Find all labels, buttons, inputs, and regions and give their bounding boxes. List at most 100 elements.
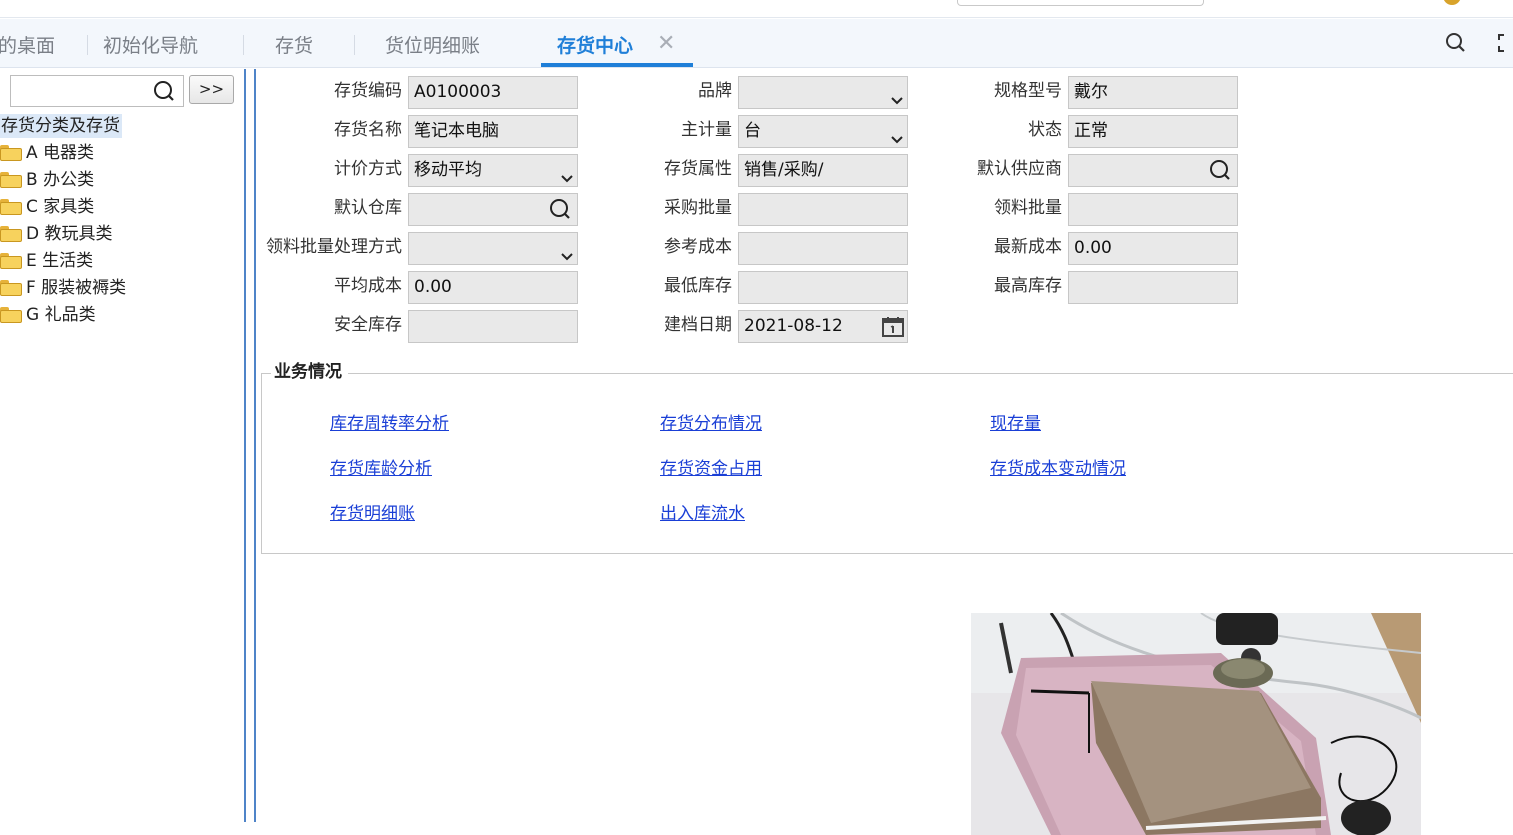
- max-stock-field[interactable]: [1068, 271, 1238, 304]
- latest-cost-value: 0.00: [1074, 238, 1112, 258]
- close-icon[interactable]: ✕: [657, 33, 675, 55]
- warehouse-label: 默认仓库: [334, 198, 402, 218]
- warehouse-lookup[interactable]: [408, 193, 578, 226]
- chevron-down-icon: [891, 87, 903, 105]
- spec-value: 戴尔: [1074, 82, 1108, 102]
- link-detail-ledger[interactable]: 存货明细账: [330, 503, 415, 525]
- tab-separator: [243, 35, 244, 55]
- status-value: 正常: [1074, 121, 1108, 141]
- tree-item-label: B 办公类: [26, 170, 95, 190]
- search-icon[interactable]: [549, 198, 573, 225]
- tree-item-b[interactable]: B 办公类: [0, 167, 94, 193]
- folder-icon: [0, 280, 22, 296]
- expand-button[interactable]: >>: [189, 75, 234, 104]
- tree-item-e[interactable]: E 生活类: [0, 248, 93, 274]
- latest-cost-field[interactable]: 0.00: [1068, 232, 1238, 265]
- tree-item-c[interactable]: C 家具类: [0, 194, 94, 220]
- top-strip: [0, 0, 1513, 18]
- pricing-label: 计价方式: [334, 159, 402, 179]
- purchase-batch-field[interactable]: [738, 193, 908, 226]
- link-cost-change[interactable]: 存货成本变动情况: [990, 458, 1126, 480]
- status-field[interactable]: 正常: [1068, 115, 1238, 148]
- name-value: 笔记本电脑: [414, 121, 499, 141]
- chevron-down-icon: [561, 243, 573, 261]
- avg-cost-label: 平均成本: [334, 276, 402, 296]
- link-capital-occupied[interactable]: 存货资金占用: [660, 458, 762, 480]
- folder-icon: [0, 253, 22, 269]
- code-label: 存货编码: [334, 81, 402, 101]
- tab-inventory[interactable]: 存货: [275, 31, 313, 58]
- user-badge-icon[interactable]: [1443, 0, 1461, 5]
- link-in-out-flow[interactable]: 出入库流水: [660, 503, 745, 525]
- folder-icon: [0, 226, 22, 242]
- product-photo: [971, 613, 1421, 835]
- folder-icon: [0, 145, 22, 161]
- tab-bar: 的桌面 初始化导航 存货 货位明细账 存货中心 ✕: [0, 19, 1513, 68]
- purchase-batch-label: 采购批量: [664, 198, 732, 218]
- pick-method-select[interactable]: [408, 232, 578, 265]
- spec-label: 规格型号: [994, 81, 1062, 101]
- calendar-icon[interactable]: [881, 316, 905, 342]
- tree-item-g[interactable]: G 礼品类: [0, 302, 96, 328]
- pricing-value: 移动平均: [414, 160, 482, 180]
- tab-separator: [354, 35, 355, 55]
- tree-item-label: A 电器类: [26, 143, 95, 163]
- attr-field[interactable]: 销售/采购/: [738, 154, 908, 187]
- search-icon[interactable]: [1444, 31, 1468, 59]
- tree-item-label: C 家具类: [26, 197, 95, 217]
- tab-init-nav[interactable]: 初始化导航: [103, 31, 198, 58]
- avg-cost-value: 0.00: [414, 277, 452, 297]
- business-group: [261, 373, 1513, 554]
- tree-search-input[interactable]: [10, 75, 184, 107]
- business-group-title: 业务情况: [271, 361, 348, 383]
- pricing-select[interactable]: 移动平均: [408, 154, 578, 187]
- link-turnover-analysis[interactable]: 库存周转率分析: [330, 413, 449, 435]
- folder-icon: [0, 199, 22, 215]
- spec-field[interactable]: 戴尔: [1068, 76, 1238, 109]
- global-search-box[interactable]: [957, 0, 1204, 6]
- created-date-label: 建档日期: [664, 315, 732, 335]
- link-distribution[interactable]: 存货分布情况: [660, 413, 762, 435]
- code-field[interactable]: A0100003: [408, 76, 578, 109]
- search-icon[interactable]: [1209, 159, 1233, 186]
- supplier-lookup[interactable]: [1068, 154, 1238, 187]
- unit-value: 台: [744, 121, 761, 141]
- created-date-value: 2021-08-12: [744, 316, 843, 336]
- attr-label: 存货属性: [664, 159, 732, 179]
- tree-root[interactable]: 存货分类及存货: [0, 114, 122, 138]
- brand-select[interactable]: [738, 76, 908, 109]
- tree-item-a[interactable]: A 电器类: [0, 140, 94, 166]
- name-field[interactable]: 笔记本电脑: [408, 115, 578, 148]
- tree-item-f[interactable]: F 服装被褥类: [0, 275, 126, 301]
- name-label: 存货名称: [334, 120, 402, 140]
- created-date-field[interactable]: 2021-08-12: [738, 310, 908, 343]
- fullscreen-icon[interactable]: [1497, 31, 1513, 59]
- search-icon[interactable]: [153, 80, 177, 108]
- pick-batch-field[interactable]: [1068, 193, 1238, 226]
- pick-batch-label: 领料批量: [994, 198, 1062, 218]
- avg-cost-field[interactable]: 0.00: [408, 271, 578, 304]
- max-stock-label: 最高库存: [994, 276, 1062, 296]
- min-stock-field[interactable]: [738, 271, 908, 304]
- panel-splitter[interactable]: [244, 69, 256, 822]
- active-tab-indicator: [541, 63, 693, 67]
- tab-desktop[interactable]: 的桌面: [0, 31, 55, 58]
- link-aging-analysis[interactable]: 存货库龄分析: [330, 458, 432, 480]
- ref-cost-label: 参考成本: [664, 237, 732, 257]
- chevron-down-icon: [891, 126, 903, 144]
- tree-item-label: F 服装被褥类: [26, 278, 127, 298]
- tab-separator: [87, 35, 88, 55]
- tab-inventory-center[interactable]: 存货中心: [557, 31, 633, 58]
- unit-select[interactable]: 台: [738, 115, 908, 148]
- tree-item-label: D 教玩具类: [26, 224, 113, 244]
- latest-cost-label: 最新成本: [994, 237, 1062, 257]
- link-on-hand[interactable]: 现存量: [990, 413, 1041, 435]
- ref-cost-field[interactable]: [738, 232, 908, 265]
- status-label: 状态: [1028, 120, 1062, 140]
- safety-stock-field[interactable]: [408, 310, 578, 343]
- sidebar: >> 存货分类及存货 A 电器类 B 办公类 C 家具类 D 教玩具类 E 生活…: [0, 69, 244, 835]
- tree-item-d[interactable]: D 教玩具类: [0, 221, 113, 247]
- tab-location-ledger[interactable]: 货位明细账: [385, 31, 480, 58]
- folder-icon: [0, 172, 22, 188]
- tree-item-label: G 礼品类: [26, 305, 96, 325]
